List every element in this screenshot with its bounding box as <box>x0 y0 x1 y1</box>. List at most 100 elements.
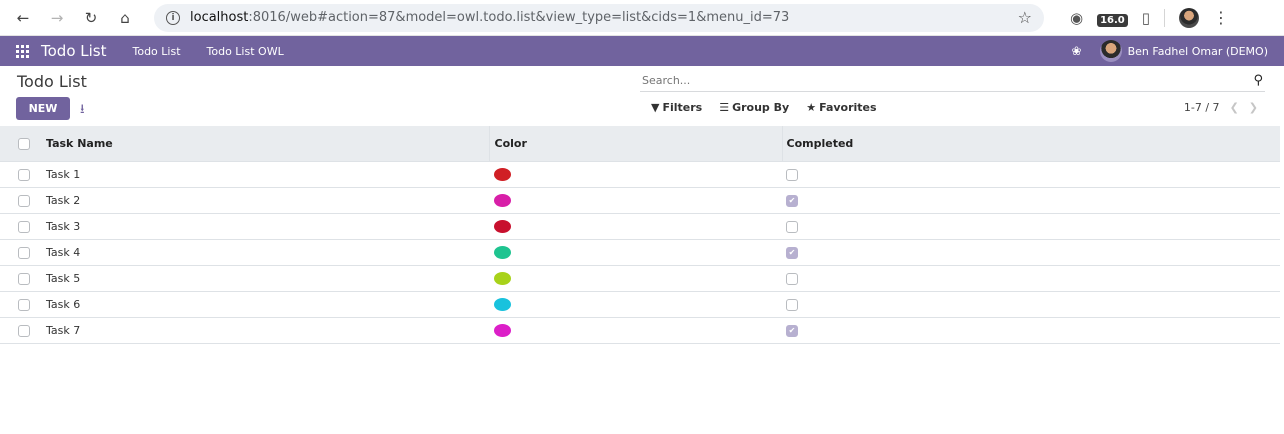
extensions-puzzle-icon[interactable]: ▯ <box>1142 9 1150 27</box>
color-cell[interactable] <box>489 265 782 291</box>
completed-cell[interactable] <box>782 213 1280 239</box>
task-name-cell[interactable]: Task 4 <box>46 239 489 265</box>
toolbar-separator <box>1164 8 1166 27</box>
completed-checkbox[interactable]: ✔ <box>786 194 798 207</box>
odoo-navbar: Todo List Todo List Todo List OWL ❀ Ben … <box>0 36 1284 66</box>
row-checkbox[interactable] <box>18 272 30 285</box>
task-table: Task Name Color Completed Task 1 Task 2 ✔ T… <box>0 126 1280 343</box>
table-row[interactable]: Task 2 ✔ <box>0 187 1280 213</box>
row-select-cell <box>0 265 46 291</box>
column-completed[interactable]: Completed <box>781 126 1280 161</box>
task-name-cell[interactable]: Task 1 <box>46 161 489 187</box>
select-all-checkbox[interactable] <box>18 137 30 150</box>
table-row[interactable]: Task 6 <box>0 291 1280 317</box>
completed-checkbox[interactable]: ✔ <box>786 246 798 259</box>
row-select-cell <box>0 213 46 239</box>
color-dot <box>494 324 511 337</box>
task-name-cell[interactable]: Task 5 <box>46 265 489 291</box>
user-avatar[interactable] <box>1099 40 1122 62</box>
table-row[interactable]: Task 5 <box>0 265 1280 291</box>
search-input[interactable] <box>642 74 1254 87</box>
table-row[interactable]: Task 4 ✔ <box>0 239 1280 265</box>
favorites-button[interactable]: ★ Favorites <box>806 101 876 114</box>
color-cell[interactable] <box>489 317 782 343</box>
app-brand[interactable]: Todo List <box>41 42 106 60</box>
color-dot <box>494 219 511 233</box>
task-name-cell[interactable]: Task 3 <box>46 213 489 239</box>
filters-button[interactable]: ▼ Filters <box>651 101 702 114</box>
table-row[interactable]: Task 3 <box>0 213 1280 239</box>
new-button[interactable]: NEW <box>16 97 70 120</box>
pager-next-icon[interactable]: ❯ <box>1249 101 1258 114</box>
completed-checkbox[interactable]: ✔ <box>786 324 798 337</box>
home-icon[interactable]: ⌂ <box>112 5 138 31</box>
forward-icon[interactable]: → <box>44 5 70 31</box>
task-name-cell[interactable]: Task 2 <box>46 187 489 213</box>
pager-value[interactable]: 1-7 / 7 <box>1184 101 1220 114</box>
menu-item-todo-list[interactable]: Todo List <box>132 45 180 58</box>
row-checkbox[interactable] <box>18 194 30 207</box>
debug-bug-icon[interactable]: ❀ <box>1072 44 1082 58</box>
group-by-button[interactable]: ☰ Group By <box>719 101 789 114</box>
layers-icon: ☰ <box>719 101 730 114</box>
color-cell[interactable] <box>489 239 782 265</box>
row-select-cell <box>0 291 46 317</box>
back-icon[interactable]: ← <box>10 5 36 31</box>
url-path: :8016/web#action=87&model=owl.todo.list&… <box>248 10 790 25</box>
completed-cell[interactable] <box>782 265 1280 291</box>
column-color[interactable]: Color <box>488 126 782 161</box>
table-row[interactable]: Task 7 ✔ <box>0 317 1280 343</box>
completed-cell[interactable]: ✔ <box>782 187 1280 213</box>
table-row[interactable]: Task 1 <box>0 161 1280 187</box>
completed-checkbox[interactable] <box>786 272 798 285</box>
bookmark-star-icon[interactable]: ☆ <box>1018 8 1032 27</box>
monkey-extension-icon[interactable]: ◉ <box>1070 9 1083 27</box>
profile-avatar-icon[interactable] <box>1179 7 1200 28</box>
row-checkbox[interactable] <box>18 246 30 259</box>
address-bar[interactable]: i localhost:8016/web#action=87&model=owl… <box>154 3 1044 32</box>
reload-icon[interactable]: ↻ <box>78 5 104 31</box>
completed-cell[interactable] <box>782 161 1280 187</box>
menu-item-todo-list-owl[interactable]: Todo List OWL <box>207 45 284 58</box>
column-task-name[interactable]: Task Name <box>46 126 489 161</box>
color-dot <box>494 245 511 259</box>
row-checkbox[interactable] <box>18 324 30 337</box>
row-checkbox[interactable] <box>18 298 30 311</box>
search-bar[interactable]: ⚲ <box>640 70 1265 92</box>
task-name-cell[interactable]: Task 6 <box>46 291 489 317</box>
completed-checkbox[interactable] <box>786 220 798 233</box>
browser-menu-icon[interactable]: ⋮ <box>1213 8 1229 27</box>
list-view: Task Name Color Completed Task 1 Task 2 ✔ T… <box>0 126 1280 344</box>
pager-previous-icon[interactable]: ❮ <box>1230 101 1239 114</box>
site-info-icon[interactable]: i <box>166 10 180 25</box>
color-dot <box>494 167 511 181</box>
color-dot <box>494 297 511 311</box>
completed-cell[interactable] <box>782 291 1280 317</box>
row-checkbox[interactable] <box>18 220 30 233</box>
user-name[interactable]: Ben Fadhel Omar (DEMO) <box>1128 45 1268 58</box>
row-checkbox[interactable] <box>18 168 30 181</box>
browser-toolbar: ← → ↻ ⌂ i localhost:8016/web#action=87&m… <box>0 0 1284 36</box>
select-all-cell <box>0 126 46 161</box>
row-select-cell <box>0 161 46 187</box>
filter-icon: ▼ <box>651 101 660 114</box>
completed-checkbox[interactable] <box>786 298 798 311</box>
color-dot <box>494 271 511 285</box>
apps-menu-icon[interactable] <box>16 44 29 58</box>
color-cell[interactable] <box>489 213 782 239</box>
color-cell[interactable] <box>489 161 782 187</box>
completed-cell[interactable]: ✔ <box>782 239 1280 265</box>
completed-cell[interactable]: ✔ <box>782 317 1280 343</box>
row-select-cell <box>0 239 46 265</box>
task-name-cell[interactable]: Task 7 <box>46 317 489 343</box>
color-cell[interactable] <box>489 187 782 213</box>
completed-checkbox[interactable] <box>786 168 798 181</box>
odoo-version-extension-icon[interactable]: 16.0 <box>1097 14 1128 27</box>
table-header-row: Task Name Color Completed <box>0 126 1280 161</box>
url-host: localhost <box>190 10 249 25</box>
search-icon[interactable]: ⚲ <box>1253 73 1263 88</box>
download-icon[interactable]: ⭳ <box>80 100 85 122</box>
color-cell[interactable] <box>489 291 782 317</box>
row-select-cell <box>0 317 46 343</box>
star-icon: ★ <box>806 101 817 114</box>
